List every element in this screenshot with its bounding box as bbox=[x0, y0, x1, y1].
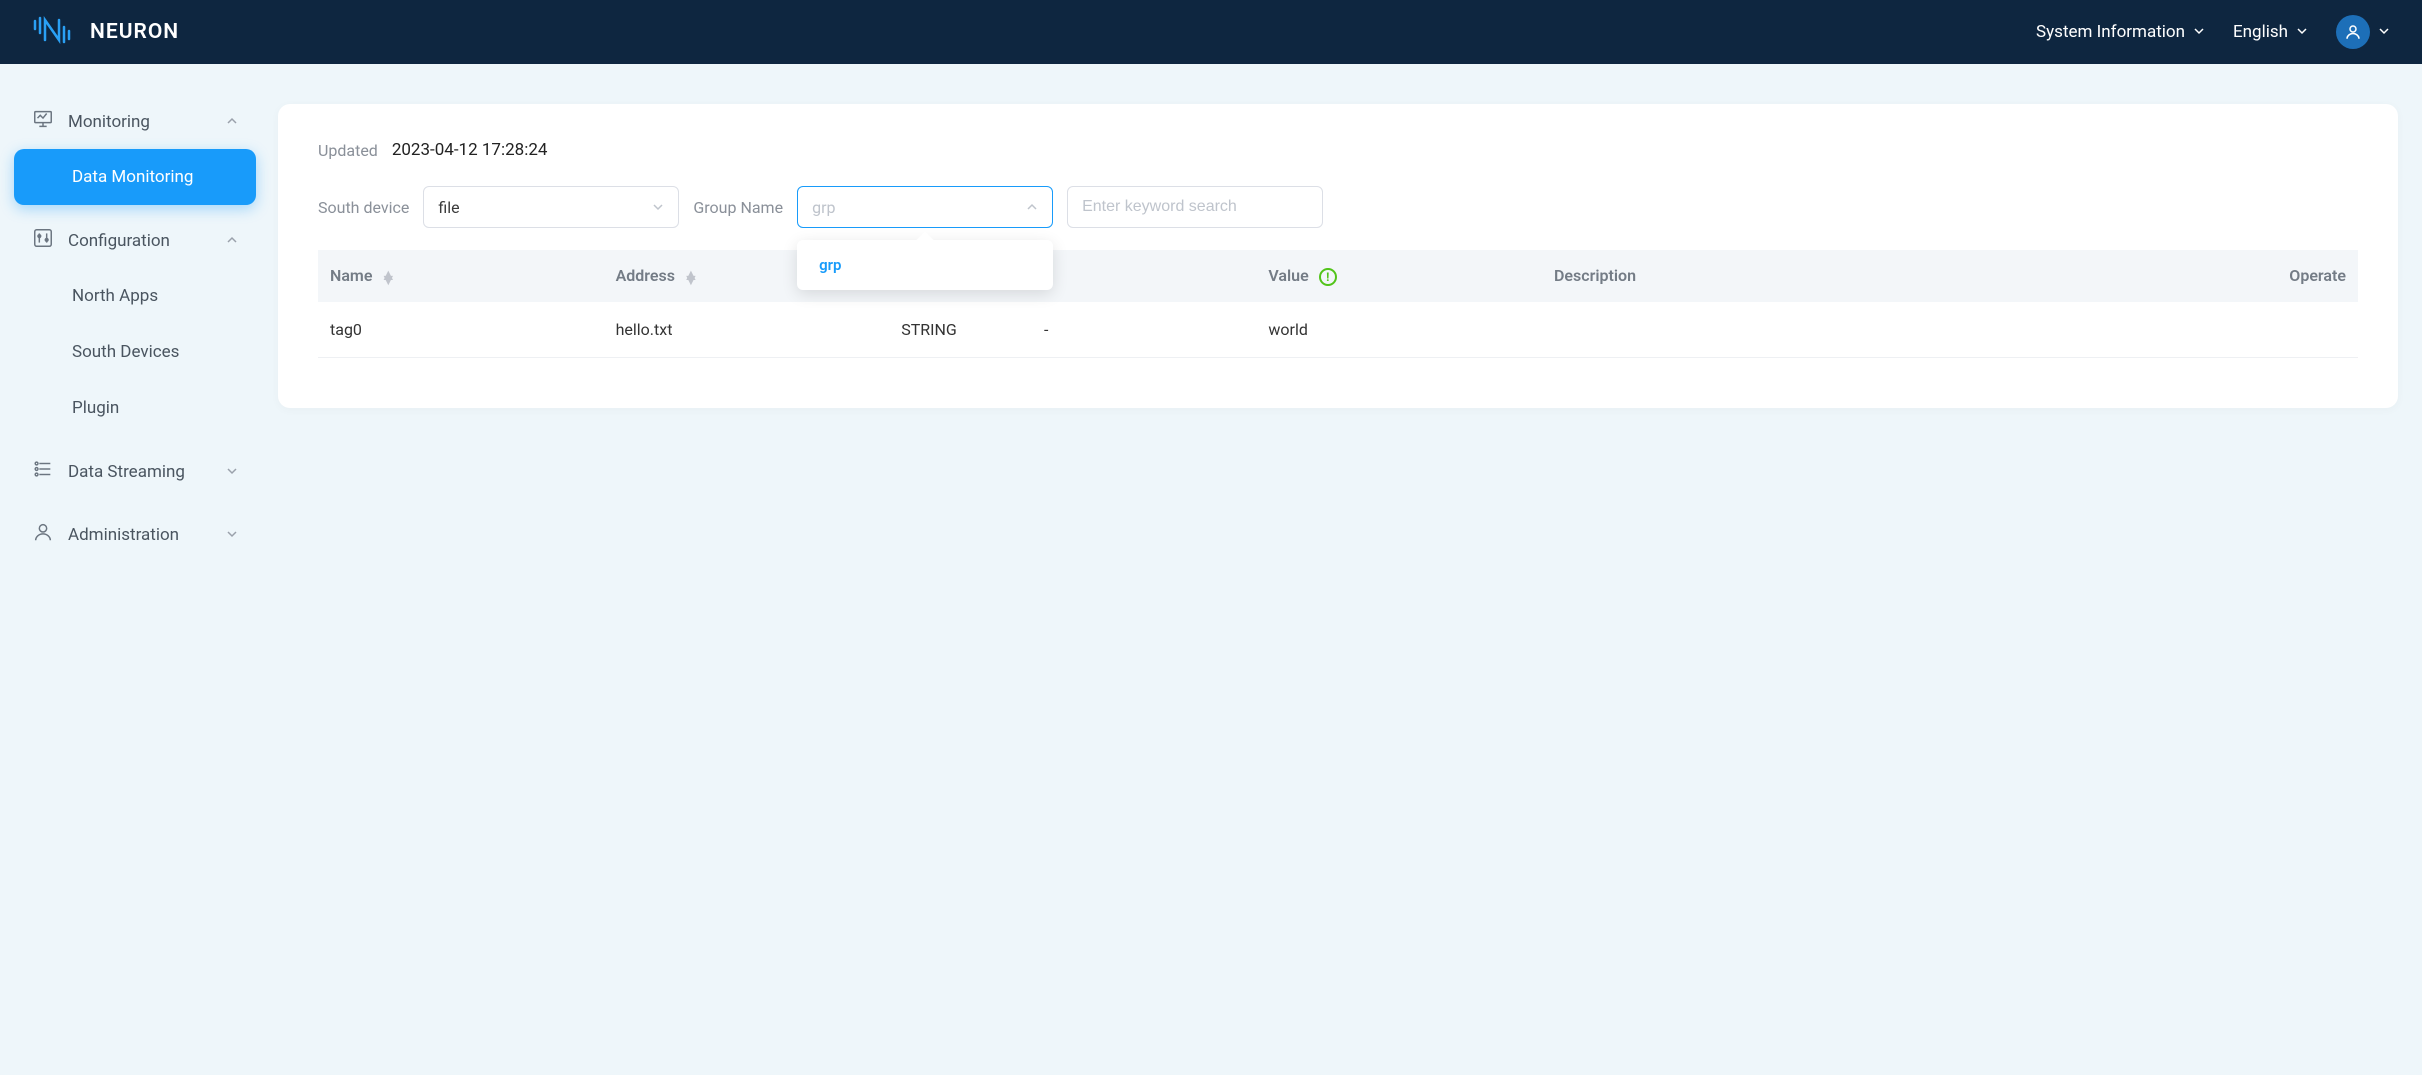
updated-row: Updated 2023-04-12 17:28:24 bbox=[318, 140, 2358, 160]
cell-address: hello.txt bbox=[604, 302, 890, 358]
cell-description bbox=[1542, 302, 2195, 358]
sidebar-item-south-devices[interactable]: South Devices bbox=[14, 324, 256, 380]
header-right: System Information English bbox=[2036, 15, 2390, 49]
group-name-wrapper: grp grp bbox=[797, 186, 1053, 228]
sidebar-item-monitoring[interactable]: Monitoring bbox=[14, 94, 256, 149]
table-header: Name ▲▼ Address ▲▼ Type Value ! bbox=[318, 250, 2358, 302]
sidebar-item-label: South Devices bbox=[72, 342, 179, 362]
user-avatar-icon bbox=[2336, 15, 2370, 49]
system-information-menu[interactable]: System Information bbox=[2036, 22, 2205, 42]
cell-value: world bbox=[1256, 302, 1542, 358]
sidebar-item-label: Data Streaming bbox=[68, 462, 185, 482]
sidebar-item-label: North Apps bbox=[72, 286, 158, 306]
chevron-down-icon bbox=[2296, 22, 2308, 42]
sidebar-item-label: Data Monitoring bbox=[72, 167, 193, 187]
group-name-select[interactable]: grp bbox=[797, 186, 1053, 228]
group-name-placeholder: grp bbox=[812, 198, 835, 217]
updated-value: 2023-04-12 17:28:24 bbox=[392, 140, 548, 160]
neuron-logo-icon bbox=[32, 15, 76, 49]
sidebar-item-label: Plugin bbox=[72, 398, 119, 418]
group-name-label: Group Name bbox=[693, 198, 783, 217]
col-operate: Operate bbox=[2195, 250, 2358, 302]
sidebar: Monitoring Data Monitoring Configuration bbox=[0, 64, 270, 592]
south-device-select[interactable]: file bbox=[423, 186, 679, 228]
monitor-icon bbox=[32, 108, 54, 135]
sort-icon: ▲▼ bbox=[380, 272, 396, 282]
chevron-down-icon bbox=[652, 198, 664, 217]
cell-hidden: - bbox=[1032, 302, 1256, 358]
content-area: Updated 2023-04-12 17:28:24 South device… bbox=[270, 64, 2422, 592]
chevron-down-icon bbox=[226, 462, 238, 482]
menu-section-administration: Administration bbox=[14, 507, 256, 562]
sidebar-item-administration[interactable]: Administration bbox=[14, 507, 256, 562]
chevron-down-icon bbox=[2378, 22, 2390, 42]
sidebar-item-data-monitoring[interactable]: Data Monitoring bbox=[14, 149, 256, 205]
sidebar-item-label: Configuration bbox=[68, 231, 170, 251]
data-table: Name ▲▼ Address ▲▼ Type Value ! bbox=[318, 250, 2358, 358]
col-description: Description bbox=[1542, 250, 2195, 302]
sidebar-item-plugin[interactable]: Plugin bbox=[14, 380, 256, 436]
language-label: English bbox=[2233, 22, 2288, 42]
chevron-down-icon bbox=[226, 525, 238, 545]
chevron-up-icon bbox=[1026, 198, 1038, 217]
table-body: tag0 hello.txt STRING - world bbox=[318, 302, 2358, 358]
col-name[interactable]: Name ▲▼ bbox=[318, 250, 604, 302]
user-menu[interactable] bbox=[2336, 15, 2390, 49]
group-name-dropdown: grp bbox=[797, 240, 1053, 290]
sidebar-item-label: Administration bbox=[68, 525, 179, 545]
south-device-label: South device bbox=[318, 198, 409, 217]
app-header: NEURON System Information English bbox=[0, 0, 2422, 64]
sliders-icon bbox=[32, 227, 54, 254]
south-device-value: file bbox=[438, 198, 459, 217]
filter-row: South device file Group Name grp bbox=[318, 186, 2358, 228]
sidebar-item-configuration[interactable]: Configuration bbox=[14, 213, 256, 268]
cell-operate bbox=[2195, 302, 2358, 358]
sidebar-item-label: Monitoring bbox=[68, 112, 150, 132]
table-row: tag0 hello.txt STRING - world bbox=[318, 302, 2358, 358]
menu-section-monitoring: Monitoring Data Monitoring bbox=[14, 94, 256, 205]
monitoring-card: Updated 2023-04-12 17:28:24 South device… bbox=[278, 104, 2398, 408]
col-hidden bbox=[1032, 250, 1256, 302]
system-information-label: System Information bbox=[2036, 22, 2185, 42]
menu-section-configuration: Configuration North Apps South Devices P… bbox=[14, 213, 256, 436]
col-value: Value ! bbox=[1256, 250, 1542, 302]
chevron-up-icon bbox=[226, 112, 238, 132]
sort-icon: ▲▼ bbox=[683, 272, 699, 282]
updated-label: Updated bbox=[318, 141, 378, 160]
info-icon[interactable]: ! bbox=[1319, 268, 1337, 286]
dropdown-option-grp[interactable]: grp bbox=[797, 246, 1053, 284]
chevron-up-icon bbox=[226, 231, 238, 251]
sidebar-item-data-streaming[interactable]: Data Streaming bbox=[14, 444, 256, 499]
stream-icon bbox=[32, 458, 54, 485]
cell-name: tag0 bbox=[318, 302, 604, 358]
menu-section-data-streaming: Data Streaming bbox=[14, 444, 256, 499]
user-icon bbox=[32, 521, 54, 548]
keyword-search-input[interactable] bbox=[1067, 186, 1323, 228]
brand-name: NEURON bbox=[90, 20, 179, 44]
sidebar-item-north-apps[interactable]: North Apps bbox=[14, 268, 256, 324]
main-container: Monitoring Data Monitoring Configuration bbox=[0, 64, 2422, 592]
chevron-down-icon bbox=[2193, 22, 2205, 42]
cell-type: STRING bbox=[889, 302, 1032, 358]
brand-area: NEURON bbox=[32, 15, 179, 49]
language-menu[interactable]: English bbox=[2233, 22, 2308, 42]
